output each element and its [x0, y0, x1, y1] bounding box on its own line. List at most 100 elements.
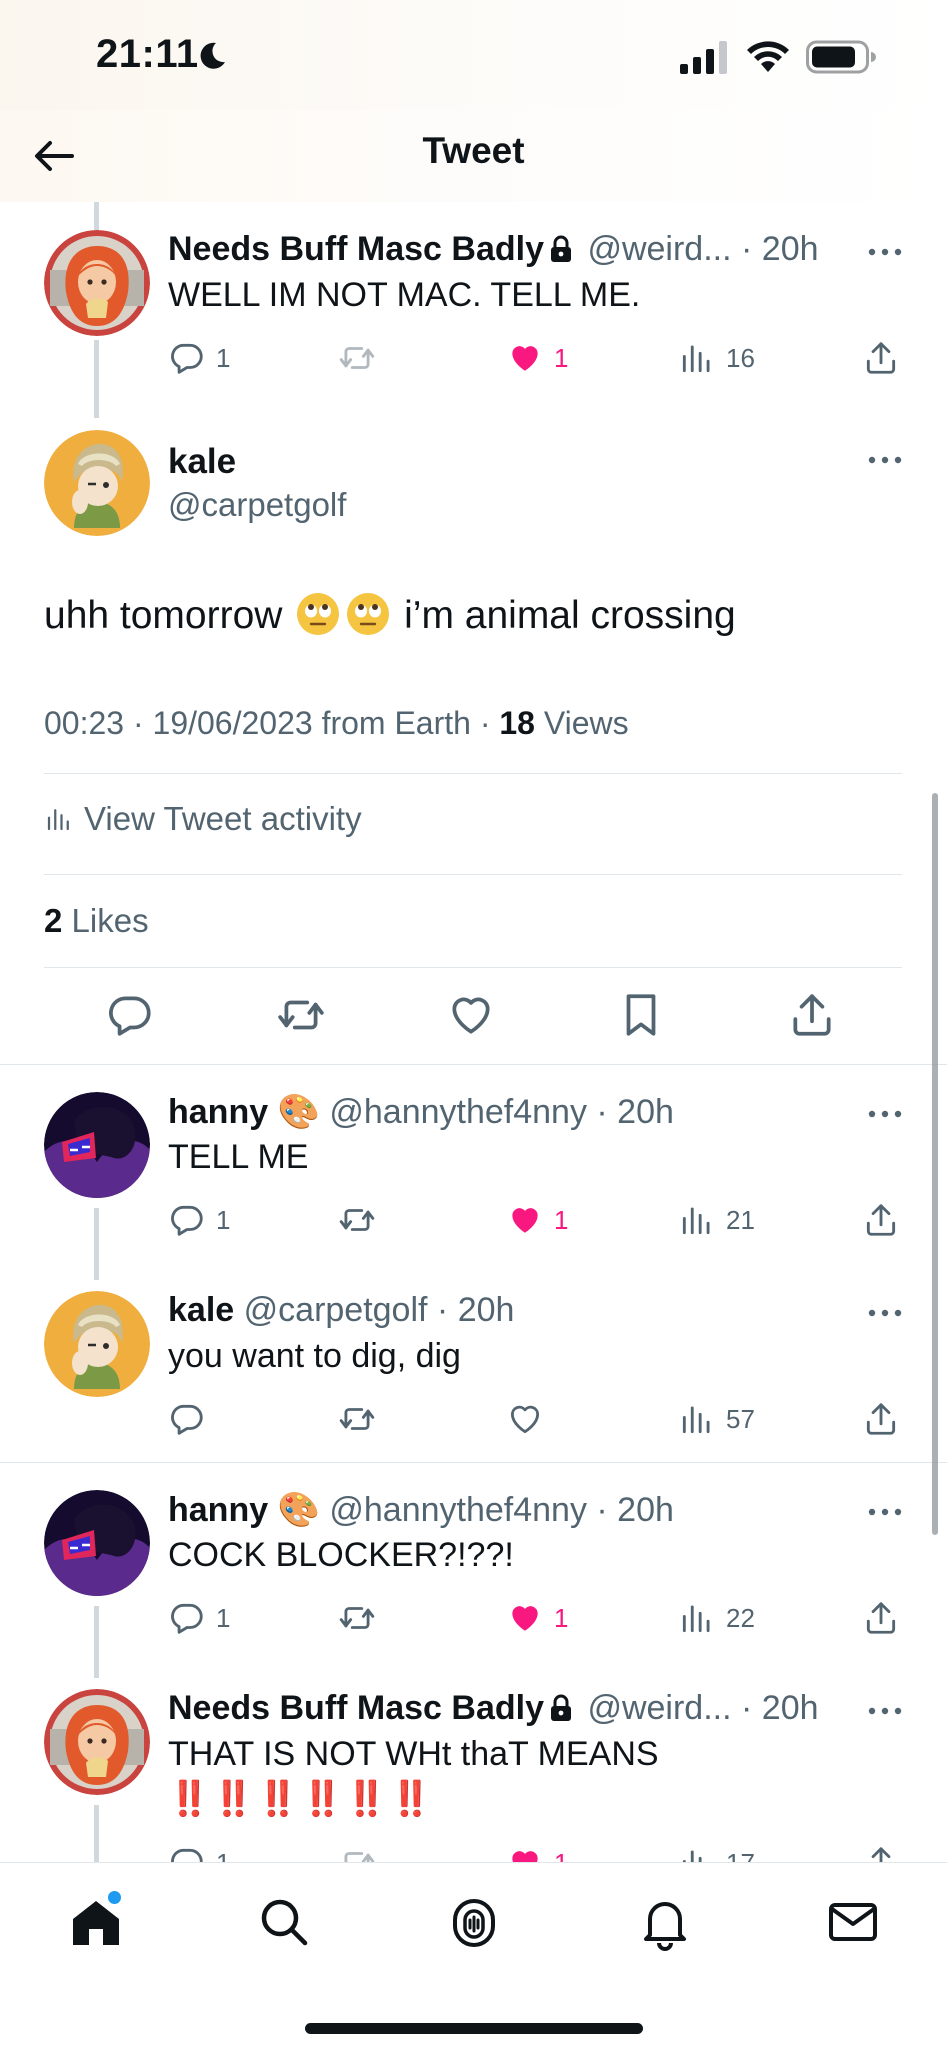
tweet-author-handle[interactable]: @hannythef4nny	[329, 1491, 587, 1529]
tweet-text: COCK BLOCKER?!??!	[168, 1536, 514, 1574]
retweet-icon	[338, 1400, 376, 1438]
tweet-author-name[interactable]: hanny 🎨	[168, 1491, 320, 1529]
tweet-author-handle[interactable]: @hannythef4nny	[329, 1093, 587, 1131]
share-icon[interactable]	[787, 990, 837, 1040]
views-button[interactable]: 17	[678, 1841, 755, 1862]
tweet-author-handle[interactable]: @weird...	[587, 230, 731, 268]
reply-button[interactable]: 1	[168, 336, 230, 380]
tweet-author-name[interactable]: Needs Buff Masc Badly	[168, 1689, 544, 1727]
search-icon[interactable]	[255, 1893, 313, 1951]
scrollbar[interactable]	[932, 793, 938, 1535]
bookmark-icon[interactable]	[616, 990, 666, 1040]
reply-icon	[168, 1201, 206, 1239]
reply-button[interactable]: 1	[168, 1841, 230, 1862]
thread-line	[94, 1208, 99, 1280]
reply-icon	[168, 1844, 206, 1862]
reply-button[interactable]: 1	[168, 1596, 230, 1640]
heart-icon[interactable]	[446, 990, 496, 1040]
thread-line	[94, 340, 99, 418]
share-button[interactable]	[862, 1596, 900, 1640]
views-button[interactable]: 57	[678, 1397, 755, 1441]
retweet-button[interactable]	[338, 1841, 386, 1862]
tweet-actions: 1 1 22	[168, 1596, 917, 1640]
more-options-icon[interactable]	[867, 1307, 903, 1319]
spaces-icon[interactable]	[445, 1893, 503, 1951]
views-button[interactable]: 22	[678, 1596, 755, 1640]
reply-tweet[interactable]: Needs Buff Masc Badly @weird... · 20h WE…	[0, 230, 947, 400]
like-count: 1	[554, 1204, 569, 1235]
tweet-header: hanny 🎨 @hannythef4nny · 20h	[168, 1491, 674, 1529]
share-icon	[862, 1400, 900, 1438]
tweet-author-handle[interactable]: @carpetgolf	[244, 1291, 428, 1329]
views-button[interactable]: 21	[678, 1198, 755, 1242]
main-tweet-avatar[interactable]	[44, 430, 150, 536]
tweet-author-name[interactable]: Needs Buff Masc Badly	[168, 230, 544, 268]
tweet-actions: 1 1 21	[168, 1198, 917, 1242]
avatar[interactable]	[44, 1291, 150, 1397]
moon-icon	[200, 42, 225, 69]
tweet-time[interactable]: 20h	[458, 1291, 515, 1329]
like-button[interactable]: 1	[506, 1596, 568, 1640]
like-button[interactable]	[506, 1397, 554, 1441]
thread-line	[94, 1805, 99, 1862]
heart-filled-icon	[506, 1844, 544, 1862]
tweet-time[interactable]: 20h	[762, 1689, 819, 1727]
retweet-icon[interactable]	[276, 990, 326, 1040]
notifications-bell-icon[interactable]	[636, 1893, 694, 1951]
like-button[interactable]: 1	[506, 1841, 568, 1862]
reply-tweet[interactable]: Needs Buff Masc Badly @weird... · 20h TH…	[0, 1689, 947, 1862]
views-count: 16	[726, 342, 755, 373]
tweet-author-name[interactable]: kale	[168, 1291, 234, 1329]
avatar[interactable]	[44, 1490, 150, 1596]
like-button[interactable]: 1	[506, 1198, 568, 1242]
reply-count: 1	[216, 1204, 231, 1235]
retweet-button[interactable]	[338, 1198, 386, 1242]
tweet-header: kale @carpetgolf · 20h	[168, 1291, 515, 1329]
like-button[interactable]: 1	[506, 336, 568, 380]
share-button[interactable]	[862, 336, 900, 380]
reply-tweet[interactable]: kale @carpetgolf · 20h you want to dig, …	[0, 1291, 947, 1461]
main-tweet-author-name[interactable]: kale	[168, 442, 236, 482]
share-button[interactable]	[862, 1198, 900, 1242]
lock-icon	[548, 1694, 574, 1722]
retweet-button[interactable]	[338, 1397, 386, 1441]
avatar[interactable]	[44, 1092, 150, 1198]
share-button[interactable]	[862, 1397, 900, 1441]
main-tweet-author-handle[interactable]: @carpetgolf	[168, 486, 346, 524]
more-options-icon[interactable]	[867, 454, 903, 466]
lock-icon	[548, 235, 574, 263]
tweet-time[interactable]: 20h	[617, 1491, 674, 1529]
more-options-icon[interactable]	[867, 246, 903, 258]
tweet-text-emoji: ‼️‼️‼️‼️‼️‼️	[168, 1780, 435, 1818]
tweet-text: you want to dig, dig	[168, 1337, 461, 1375]
reply-tweet[interactable]: hanny 🎨 @hannythef4nny · 20h COCK BLOCKE…	[0, 1490, 947, 1660]
main-tweet-actions	[0, 990, 947, 1044]
reply-button[interactable]: 1	[168, 1198, 230, 1242]
tweet-author-name[interactable]: hanny 🎨	[168, 1093, 320, 1131]
reply-count: 1	[216, 1848, 230, 1863]
tweet-time[interactable]: 20h	[617, 1093, 674, 1131]
share-button[interactable]	[862, 1841, 900, 1862]
likes-count-link[interactable]: 2 Likes	[44, 902, 149, 940]
avatar[interactable]	[44, 230, 150, 336]
retweet-button[interactable]	[338, 1596, 386, 1640]
reply-icon[interactable]	[105, 990, 155, 1040]
tweet-time[interactable]: 20h	[762, 230, 819, 268]
tweet-actions: 57	[168, 1397, 917, 1441]
retweet-button[interactable]	[338, 336, 386, 380]
more-options-icon[interactable]	[867, 1705, 903, 1717]
views-button[interactable]: 16	[678, 336, 755, 380]
views-count: 17	[726, 1848, 755, 1863]
avatar[interactable]	[44, 1689, 150, 1795]
more-options-icon[interactable]	[867, 1506, 903, 1518]
reply-button[interactable]	[168, 1397, 216, 1441]
reply-tweet[interactable]: hanny 🎨 @hannythef4nny · 20h TELL ME 1 1…	[0, 1092, 947, 1262]
messages-icon[interactable]	[824, 1893, 882, 1951]
more-options-icon[interactable]	[867, 1108, 903, 1120]
views-count: 18	[499, 705, 535, 741]
tweet-author-handle[interactable]: @weird...	[587, 1689, 731, 1727]
cellular-signal-icon	[680, 41, 727, 74]
view-tweet-activity-link[interactable]: View Tweet activity	[44, 800, 362, 838]
status-time: 21:11	[96, 32, 199, 76]
views-icon	[678, 1599, 716, 1637]
